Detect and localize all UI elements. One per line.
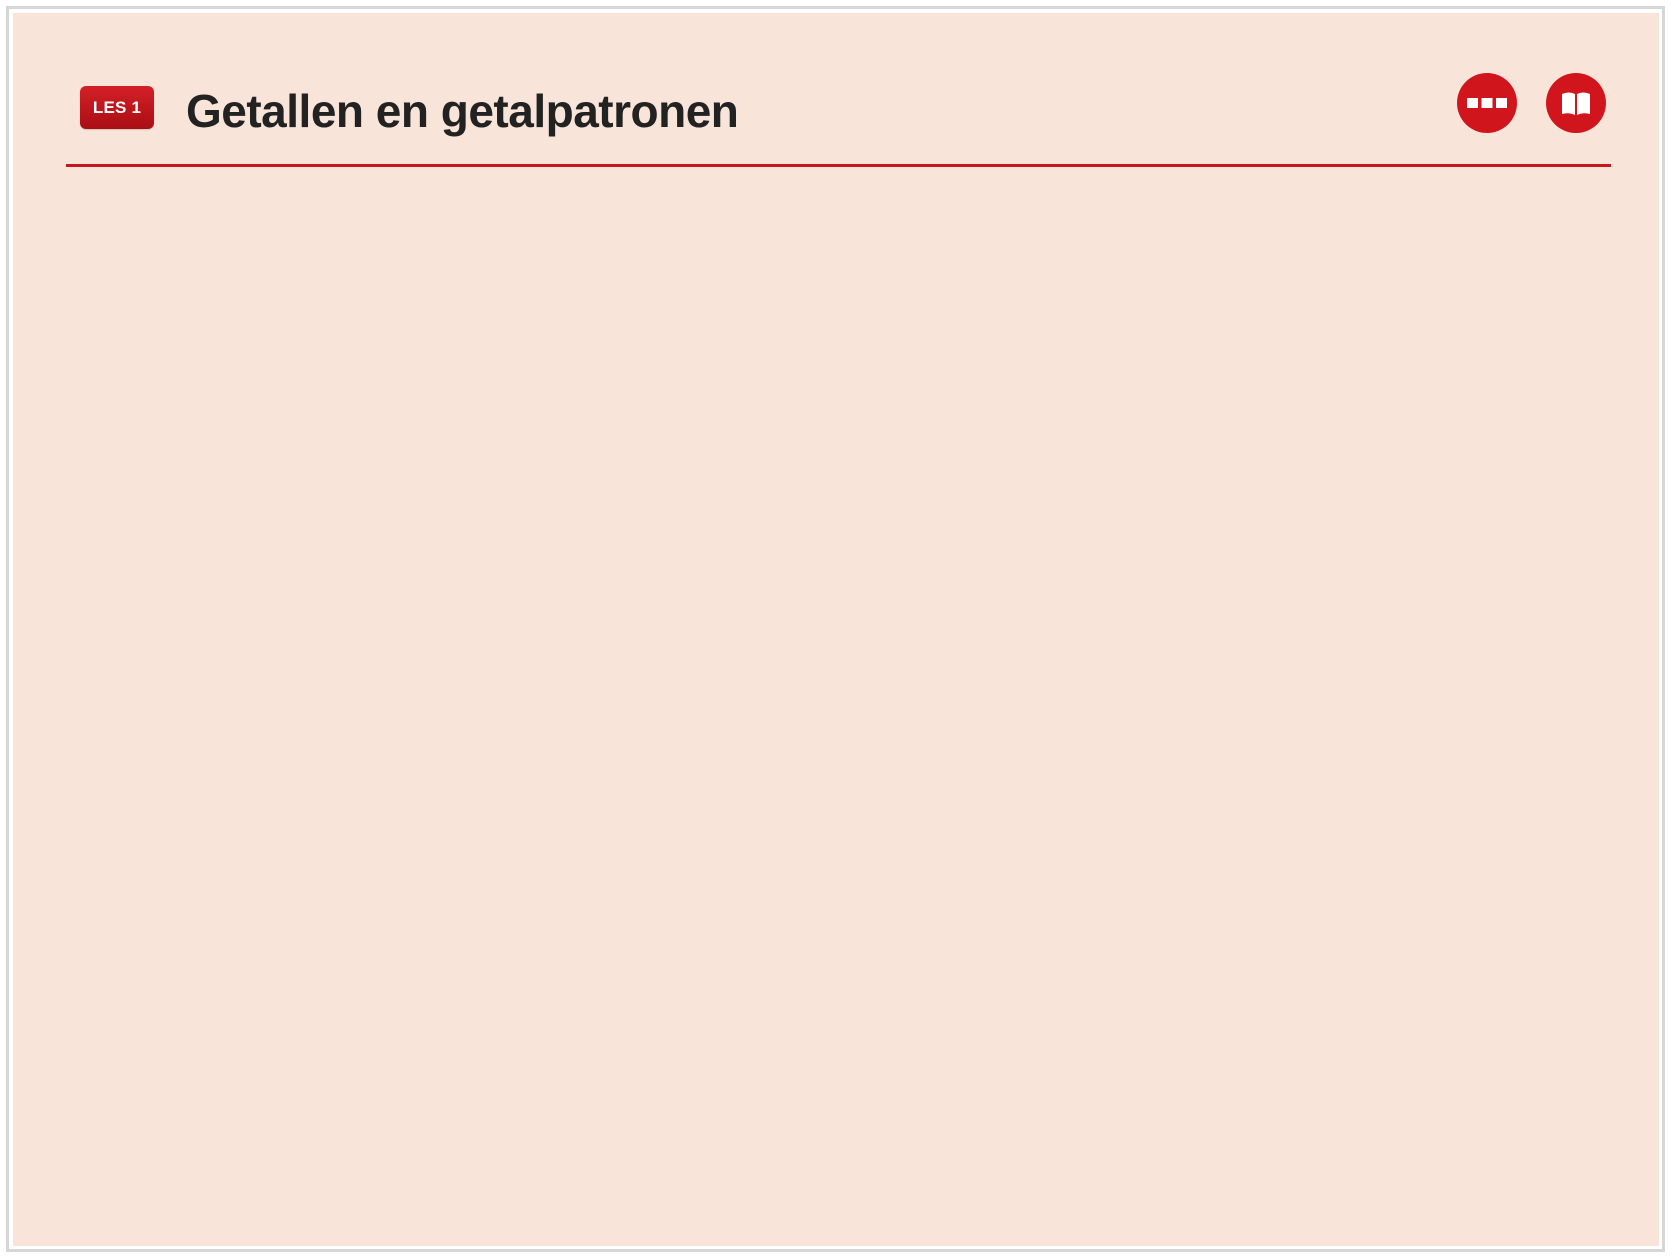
book-icon xyxy=(1562,92,1590,115)
lesson-badge: LES 1 xyxy=(80,86,154,129)
more-icon xyxy=(1467,98,1507,108)
lesson-slide: LES 1 Getallen en getalpatronen xyxy=(13,13,1659,1246)
page-title: Getallen en getalpatronen xyxy=(186,85,739,137)
lesson-header: LES 1 Getallen en getalpatronen xyxy=(13,13,1659,183)
header-divider xyxy=(66,164,1611,167)
more-button[interactable] xyxy=(1457,73,1517,133)
book-button[interactable] xyxy=(1546,73,1606,133)
lesson-content-area xyxy=(66,183,1611,1223)
